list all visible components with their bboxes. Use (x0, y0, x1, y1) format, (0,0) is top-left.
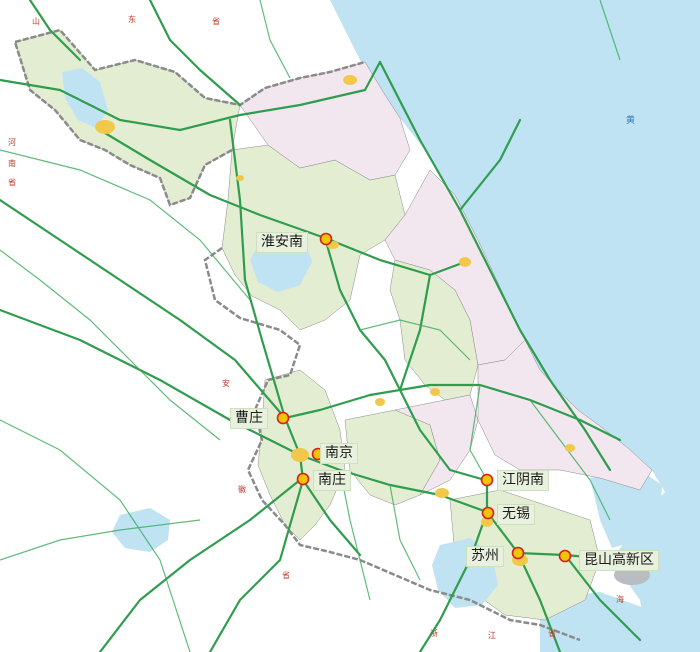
station-marker-icon[interactable] (276, 411, 290, 425)
province-label-henan-1: 河 (8, 138, 16, 147)
station-label-huaiannan[interactable]: 淮安南 (256, 232, 308, 253)
province-label-anhui-2: 徽 (238, 485, 246, 494)
station-marker-icon[interactable] (558, 549, 572, 563)
province-label-zhejiang-3: 省 (548, 629, 556, 638)
province-label-anhui-1: 安 (222, 379, 230, 388)
station-label-suzhou[interactable]: 苏州 (466, 546, 504, 567)
province-label-shandong-3: 省 (212, 17, 220, 26)
station-marker-icon[interactable] (481, 506, 495, 520)
province-label-anhui-3: 省 (282, 571, 290, 580)
province-label-zhejiang-1: 浙 (430, 629, 438, 638)
province-label-shandong-2: 东 (128, 15, 136, 24)
station-marker-icon[interactable] (480, 473, 494, 487)
province-label-zhejiang-2: 江 (488, 631, 496, 640)
station-label-wuxi[interactable]: 无锡 (497, 504, 535, 525)
station-marker-icon[interactable] (511, 546, 525, 560)
province-label-henan-3: 省 (8, 178, 16, 187)
province-label-shanghai: 海 (616, 595, 624, 604)
station-label-nanzhuang[interactable]: 南庄 (313, 470, 351, 491)
station-marker-icon[interactable] (296, 472, 310, 486)
province-label-henan-2: 南 (8, 159, 16, 168)
station-label-nanjing[interactable]: 南京 (320, 443, 358, 464)
station-marker-icon[interactable] (319, 232, 333, 246)
region-xuzhou (14, 29, 241, 206)
station-label-jiangyinnan[interactable]: 江阴南 (497, 470, 549, 491)
province-label-shandong-1: 山 (32, 17, 40, 26)
station-label-caozhuang[interactable]: 曹庄 (230, 408, 268, 429)
map-canvas[interactable]: 山 东 省 河 南 省 安 徽 省 浙 江 省 海 黄 淮安南 曹庄 南京 南庄… (0, 0, 700, 652)
sea-label: 黄 (626, 116, 636, 126)
station-label-kunshangaoxinqu[interactable]: 昆山高新区 (579, 550, 659, 571)
